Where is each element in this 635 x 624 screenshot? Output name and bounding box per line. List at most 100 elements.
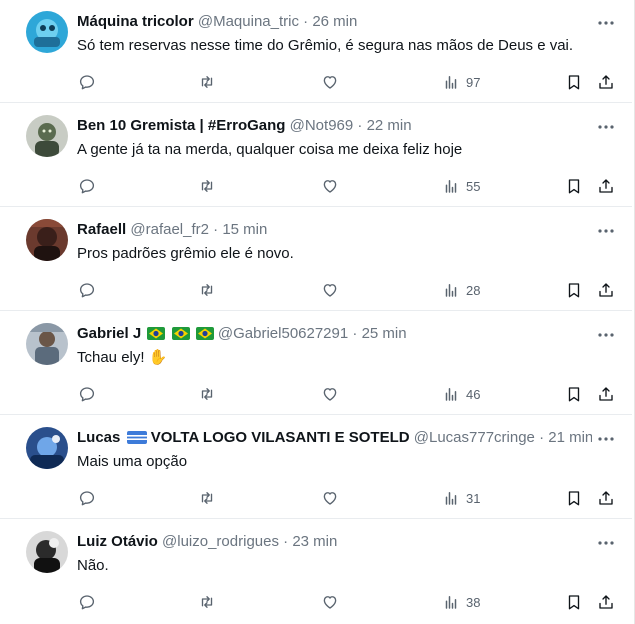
share-button[interactable]: [597, 276, 615, 304]
separator-dot: ·: [357, 117, 363, 134]
tweet[interactable]: Rafaell @rafael_fr2 · 15 min Pros padrõe…: [0, 208, 632, 311]
more-icon[interactable]: [597, 120, 615, 132]
raised-hand-emoji: ✋: [148, 349, 168, 366]
separator-dot: ·: [213, 221, 219, 238]
heart-icon: [323, 180, 337, 193]
tweet[interactable]: Ben 10 Gremista | #ErroGang @Not969 · 22…: [0, 104, 632, 207]
tweet-text: Pros padrões grêmio ele é novo.: [77, 245, 294, 262]
more-icon[interactable]: [597, 224, 615, 236]
display-name[interactable]: Ben 10 Gremista | #ErroGang: [77, 117, 285, 134]
action-bar: 38: [0, 588, 632, 616]
display-name[interactable]: Rafaell: [77, 221, 126, 238]
reply-button[interactable]: [78, 172, 96, 200]
retweet-button[interactable]: [198, 380, 216, 408]
views-count: 28: [466, 282, 481, 298]
retweet-button[interactable]: [198, 172, 216, 200]
views-icon: [445, 284, 457, 297]
reply-button[interactable]: [78, 484, 96, 512]
views-button[interactable]: 55: [442, 172, 480, 200]
views-button[interactable]: 97: [442, 68, 480, 96]
reply-icon: [79, 179, 95, 194]
tweet-text: Tchau ely!: [77, 349, 145, 366]
avatar[interactable]: [26, 323, 68, 365]
retweet-button[interactable]: [198, 276, 216, 304]
reply-button[interactable]: [78, 588, 96, 616]
timestamp[interactable]: 15 min: [222, 221, 267, 238]
timestamp[interactable]: 23 min: [292, 533, 337, 550]
views-count: 38: [466, 594, 481, 610]
brazil-flag-icon: [195, 326, 214, 344]
display-name[interactable]: Lucas: [77, 429, 120, 446]
tweet[interactable]: Luiz Otávio @luizo_rodrigues · 23 min Nã…: [0, 520, 632, 623]
views-button[interactable]: 28: [442, 276, 480, 304]
display-name[interactable]: Gabriel J: [77, 325, 141, 342]
tweet[interactable]: Gabriel J @Gabriel50627291 · 25 min Tcha…: [0, 312, 632, 415]
like-button[interactable]: [321, 276, 339, 304]
user-handle[interactable]: @rafael_fr2: [130, 221, 209, 238]
timestamp[interactable]: 22 min: [367, 117, 412, 134]
bookmark-button[interactable]: [565, 588, 583, 616]
bookmark-button[interactable]: [565, 276, 583, 304]
like-button[interactable]: [321, 172, 339, 200]
more-icon[interactable]: [597, 16, 615, 28]
tweet[interactable]: Lucas VOLTA LOGO VILASANTI E SOTELD @Luc…: [0, 416, 632, 519]
retweet-button[interactable]: [198, 68, 216, 96]
like-button[interactable]: [321, 68, 339, 96]
share-button[interactable]: [597, 172, 615, 200]
like-button[interactable]: [321, 380, 339, 408]
share-button[interactable]: [597, 484, 615, 512]
reply-button[interactable]: [78, 276, 96, 304]
views-button[interactable]: 38: [442, 588, 480, 616]
avatar[interactable]: [26, 427, 68, 469]
share-button[interactable]: [597, 588, 615, 616]
retweet-icon: [201, 76, 213, 88]
reply-button[interactable]: [78, 68, 96, 96]
share-button[interactable]: [597, 68, 615, 96]
more-icon[interactable]: [597, 432, 615, 444]
tweet-text: Não.: [77, 557, 109, 574]
display-name-suffix[interactable]: VOLTA LOGO VILASANTI E SOTELD: [151, 429, 410, 446]
heart-icon: [323, 388, 337, 401]
user-handle[interactable]: @Gabriel50627291: [218, 325, 348, 342]
tweet-text-wrap: Tchau ely! ✋: [77, 348, 167, 368]
retweet-icon: [201, 388, 213, 400]
bookmark-button[interactable]: [565, 380, 583, 408]
views-icon: [445, 492, 457, 505]
avatar[interactable]: [26, 11, 68, 53]
views-icon: [445, 388, 457, 401]
timestamp[interactable]: 21 min: [548, 429, 592, 446]
user-handle[interactable]: @Maquina_tric: [198, 13, 299, 30]
separator-dot: ·: [352, 325, 358, 342]
bookmark-icon: [568, 491, 580, 506]
retweet-button[interactable]: [198, 588, 216, 616]
user-handle[interactable]: @Lucas777cringe: [414, 429, 535, 446]
views-icon: [445, 596, 457, 609]
more-icon[interactable]: [597, 328, 615, 340]
timestamp[interactable]: 25 min: [362, 325, 407, 342]
share-button[interactable]: [597, 380, 615, 408]
avatar[interactable]: [26, 219, 68, 261]
action-bar: 31: [0, 484, 632, 512]
like-button[interactable]: [321, 588, 339, 616]
display-name[interactable]: Máquina tricolor: [77, 13, 194, 30]
reply-button[interactable]: [78, 380, 96, 408]
user-handle[interactable]: @luizo_rodrigues: [162, 533, 279, 550]
brazil-flag-icon: [147, 326, 166, 344]
bookmark-button[interactable]: [565, 68, 583, 96]
bookmark-button[interactable]: [565, 172, 583, 200]
reply-icon: [79, 491, 95, 506]
user-handle[interactable]: @Not969: [290, 117, 354, 134]
avatar[interactable]: [26, 531, 68, 573]
tweet-header: Rafaell @rafael_fr2 · 15 min: [77, 220, 592, 240]
timestamp[interactable]: 26 min: [312, 13, 357, 30]
views-button[interactable]: 31: [442, 484, 480, 512]
display-name[interactable]: Luiz Otávio: [77, 533, 158, 550]
tweet[interactable]: Máquina tricolor @Maquina_tric · 26 min …: [0, 0, 632, 103]
reply-icon: [79, 75, 95, 90]
retweet-button[interactable]: [198, 484, 216, 512]
more-icon[interactable]: [597, 536, 615, 548]
like-button[interactable]: [321, 484, 339, 512]
avatar[interactable]: [26, 115, 68, 157]
views-button[interactable]: 46: [442, 380, 480, 408]
bookmark-button[interactable]: [565, 484, 583, 512]
